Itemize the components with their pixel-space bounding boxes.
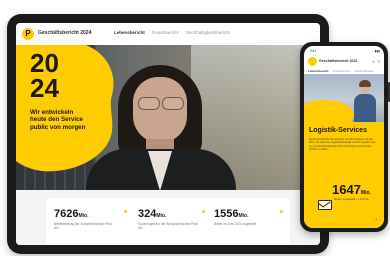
phone-stat-description: Briefe zugestellt (+ 0,4 %) bbox=[334, 197, 369, 201]
hero-year: 20 24 bbox=[30, 50, 90, 103]
stat-item[interactable]: 324Mio. Konzerngewinn der Schweizerische… bbox=[138, 208, 208, 230]
nav-item-nachhaltigkeitsbericht[interactable]: Nachhaltigkeitsbericht bbox=[186, 30, 230, 35]
stats-section: 7626Mio. Betriebsertrag der Schweizerisc… bbox=[16, 190, 320, 245]
nav-item-lebensbericht[interactable]: Lebensbericht bbox=[114, 30, 145, 35]
section-text: Die Post befördert die Schweiz und die S… bbox=[309, 138, 376, 151]
hero-person-glasses bbox=[136, 97, 184, 110]
phone-device: 9:41 ▮▮▮ Geschäftsbericht 2024 ⌕ ≡ Leben… bbox=[300, 42, 390, 232]
phone-hero-person bbox=[354, 80, 376, 122]
stat-unit: Mio. bbox=[238, 213, 249, 219]
site-title[interactable]: Geschäftsbericht 2024 bbox=[38, 30, 91, 36]
stat-description: Konzerngewinn der Schweizerischen Post A… bbox=[138, 222, 198, 230]
section-title: Logistik-Services bbox=[309, 127, 367, 134]
hero-section: 20 24 Wir entwickeln heute den Service p… bbox=[16, 45, 320, 190]
phone-stat-value: 1647 bbox=[332, 182, 361, 197]
phone-section: Logistik-Services Die Post befördert die… bbox=[304, 122, 384, 228]
tablet-nav: Lebensbericht Finanzbericht Nachhaltigke… bbox=[114, 30, 230, 35]
tab-lebensbericht[interactable]: Lebensbericht bbox=[308, 69, 329, 73]
hero-tagline: Wir entwickeln heute den Service public … bbox=[30, 109, 86, 131]
post-logo-icon[interactable]: P bbox=[22, 28, 34, 40]
phone-hero-yellow-shape bbox=[304, 100, 354, 122]
phone-status-bar: 9:41 ▮▮▮ bbox=[310, 48, 380, 54]
stat-unit: Mio. bbox=[156, 213, 167, 219]
nav-item-finanzbericht[interactable]: Finanzbericht bbox=[152, 30, 179, 35]
hero-year-bottom: 24 bbox=[30, 73, 59, 103]
phone-stat-unit: Mio. bbox=[360, 190, 371, 196]
stat-item[interactable]: 7626Mio. Betriebsertrag der Schweizerisc… bbox=[54, 208, 124, 230]
post-logo-icon[interactable] bbox=[308, 57, 317, 66]
tablet-header: P Geschäftsbericht 2024 Lebensbericht Fi… bbox=[16, 23, 320, 45]
arrow-right-icon[interactable]: → bbox=[373, 216, 378, 222]
phone-screen: 9:41 ▮▮▮ Geschäftsbericht 2024 ⌕ ≡ Leben… bbox=[304, 46, 384, 228]
phone-site-title[interactable]: Geschäftsbericht 2024 bbox=[319, 59, 357, 63]
stat-value: 324 bbox=[138, 208, 157, 220]
phone-stat: 1647Mio. bbox=[332, 182, 371, 197]
tab-nachhaltigkeit[interactable]: Nachhaltigkeit bbox=[355, 69, 374, 73]
stat-item[interactable]: 1556Mio. Briefe im Jahr 2024 zugestellt bbox=[214, 208, 284, 226]
stat-value: 7626 bbox=[54, 208, 79, 220]
mail-icon bbox=[318, 200, 332, 210]
phone-tabs: Lebensbericht Finanzbericht Nachhaltigke… bbox=[308, 69, 373, 73]
phone-header-icons: ⌕ ≡ bbox=[372, 59, 380, 64]
search-icon[interactable]: ⌕ bbox=[372, 59, 374, 64]
phone-header: Geschäftsbericht 2024 ⌕ ≡ bbox=[304, 55, 384, 69]
signal-icon: ▮▮▮ bbox=[374, 49, 380, 53]
phone-hero-image bbox=[304, 74, 384, 122]
status-time: 9:41 bbox=[310, 49, 317, 53]
stat-value: 1556 bbox=[214, 208, 239, 220]
accent-dot-icon bbox=[124, 210, 127, 213]
stat-unit: Mio. bbox=[78, 213, 89, 219]
tablet-screen: P Geschäftsbericht 2024 Lebensbericht Fi… bbox=[16, 23, 320, 245]
stat-description: Briefe im Jahr 2024 zugestellt bbox=[214, 222, 256, 226]
tab-finanzbericht[interactable]: Finanzbericht bbox=[333, 69, 351, 73]
accent-dot-icon bbox=[280, 210, 283, 213]
hero-person-face bbox=[133, 77, 187, 143]
stats-card: 7626Mio. Betriebsertrag der Schweizerisc… bbox=[46, 198, 290, 245]
accent-dot-icon bbox=[202, 210, 205, 213]
menu-icon[interactable]: ≡ bbox=[378, 59, 380, 64]
tablet-device: P Geschäftsbericht 2024 Lebensbericht Fi… bbox=[7, 14, 329, 254]
stat-description: Betriebsertrag der Schweizerischen Post … bbox=[54, 222, 112, 230]
